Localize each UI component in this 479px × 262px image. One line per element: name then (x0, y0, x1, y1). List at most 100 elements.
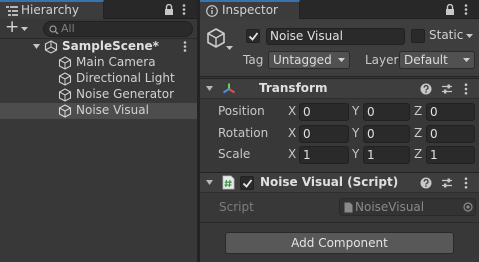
presets-icon[interactable] (441, 177, 453, 189)
checkmark-icon (248, 32, 259, 41)
position-y-field[interactable]: 0 (363, 103, 410, 121)
position-z-value: 0 (430, 105, 438, 119)
rotation-label: Rotation (218, 126, 269, 140)
y-axis-label[interactable]: Y (352, 126, 359, 140)
hierarchy-search-input[interactable]: All (43, 21, 193, 37)
script-component-title: Noise Visual (Script) (260, 175, 399, 189)
checkmark-icon (242, 179, 253, 188)
static-dropdown-arrow-icon[interactable] (466, 34, 473, 38)
info-icon (206, 5, 218, 17)
unity-scene-icon (44, 40, 58, 54)
x-axis-label[interactable]: X (288, 126, 296, 140)
lock-icon[interactable] (445, 4, 455, 15)
gameobject-cube-icon (58, 56, 72, 70)
gameobject-cube-icon (58, 104, 72, 118)
rotation-y-field[interactable]: 0 (363, 125, 410, 143)
position-z-field[interactable]: 0 (426, 103, 475, 121)
script-field-row: Script NoiseVisual (200, 196, 479, 218)
hierarchy-item-label: Noise Generator (76, 87, 175, 101)
position-x-field[interactable]: 0 (299, 103, 349, 121)
hierarchy-list-icon (6, 6, 18, 16)
transform-header[interactable]: Transform (200, 78, 479, 99)
transform-axes-icon (222, 83, 236, 94)
inspector-tab-label: Inspector (222, 3, 278, 17)
component-menu-icon[interactable] (464, 83, 468, 95)
foldout-arrow-icon[interactable] (206, 180, 213, 185)
rotation-z-value: 0 (430, 127, 438, 141)
hierarchy-item-noise-visual[interactable]: Noise Visual (0, 103, 197, 119)
dropdown-arrow-icon (21, 27, 28, 31)
scene-menu-icon[interactable] (183, 41, 187, 52)
position-x-value: 0 (303, 105, 311, 119)
inspector-panel: Inspector Noise Visual Static Tag Untagg… (200, 0, 479, 262)
script-component-header[interactable]: Noise Visual (Script) (200, 172, 479, 193)
more-options-icon[interactable] (464, 4, 468, 15)
add-component-button[interactable]: Add Component (225, 232, 454, 254)
gameobject-large-icon (207, 28, 225, 48)
object-picker-icon[interactable] (463, 202, 473, 212)
scale-row: Scale X 1 Y 1 Z 1 (200, 145, 479, 165)
script-value: NoiseVisual (355, 200, 425, 214)
presets-icon[interactable] (441, 83, 453, 95)
static-toggle[interactable] (411, 29, 425, 43)
foldout-arrow-icon[interactable] (206, 86, 213, 91)
hierarchy-tab-label: Hierarchy (21, 3, 80, 17)
scale-label: Scale (218, 147, 251, 161)
position-row: Position X 0 Y 0 Z 0 (200, 102, 479, 122)
hierarchy-panel: Hierarchy + All SampleScene* Main Camera… (0, 0, 197, 262)
scene-row[interactable]: SampleScene* (0, 39, 197, 55)
add-object-button[interactable]: + (4, 17, 34, 38)
hierarchy-item-label: Noise Visual (76, 103, 149, 117)
hierarchy-item-main-camera[interactable]: Main Camera (0, 55, 197, 71)
script-enabled-toggle[interactable] (240, 176, 254, 190)
scale-y-field[interactable]: 1 (363, 146, 410, 164)
z-axis-label[interactable]: Z (414, 126, 422, 140)
inspector-tab[interactable]: Inspector (200, 0, 300, 19)
divider (200, 222, 479, 223)
z-axis-label[interactable]: Z (414, 104, 422, 118)
scene-name: SampleScene* (62, 39, 159, 53)
rotation-row: Rotation X 0 Y 0 Z 0 (200, 124, 479, 144)
x-axis-label[interactable]: X (288, 104, 296, 118)
component-menu-icon[interactable] (464, 177, 468, 189)
scale-z-value: 1 (430, 148, 438, 162)
position-y-value: 0 (367, 105, 375, 119)
tag-value: Untagged (273, 53, 332, 67)
scale-y-value: 1 (367, 148, 375, 162)
gameobject-cube-icon (58, 88, 72, 102)
object-header: Noise Visual Static Tag Untagged Layer D… (200, 19, 479, 77)
expand-arrow-icon[interactable] (33, 44, 40, 49)
rotation-x-field[interactable]: 0 (299, 125, 349, 143)
static-label: Static (429, 28, 464, 42)
y-axis-label[interactable]: Y (352, 104, 359, 118)
lock-icon[interactable] (164, 4, 174, 15)
icon-dropdown-arrow-icon[interactable] (226, 46, 233, 50)
hierarchy-item-label: Directional Light (76, 71, 175, 85)
csharp-script-icon (222, 175, 235, 190)
y-axis-label[interactable]: Y (352, 147, 359, 161)
object-name: Noise Visual (270, 29, 343, 43)
hierarchy-item-directional-light[interactable]: Directional Light (0, 71, 197, 87)
help-icon[interactable] (420, 177, 432, 189)
z-axis-label[interactable]: Z (414, 147, 422, 161)
position-label: Position (218, 104, 265, 118)
object-name-field[interactable]: Noise Visual (266, 28, 405, 45)
script-file-icon (344, 202, 353, 213)
tag-dropdown[interactable]: Untagged (268, 51, 350, 69)
hierarchy-tab-bar: Hierarchy (0, 0, 197, 19)
x-axis-label[interactable]: X (288, 147, 296, 161)
transform-title: Transform (259, 81, 328, 95)
active-toggle[interactable] (246, 29, 260, 43)
help-icon[interactable] (420, 83, 432, 95)
inspector-tab-bar: Inspector (200, 0, 479, 19)
scale-x-field[interactable]: 1 (299, 146, 349, 164)
chevron-down-icon (338, 58, 345, 62)
more-options-icon[interactable] (182, 4, 186, 15)
hierarchy-item-noise-generator[interactable]: Noise Generator (0, 87, 197, 103)
layer-label: Layer (365, 53, 399, 67)
scale-z-field[interactable]: 1 (426, 146, 475, 164)
tag-label: Tag (243, 53, 264, 67)
script-object-field[interactable]: NoiseVisual (339, 198, 476, 216)
rotation-z-field[interactable]: 0 (426, 125, 475, 143)
layer-dropdown[interactable]: Default (399, 51, 475, 69)
